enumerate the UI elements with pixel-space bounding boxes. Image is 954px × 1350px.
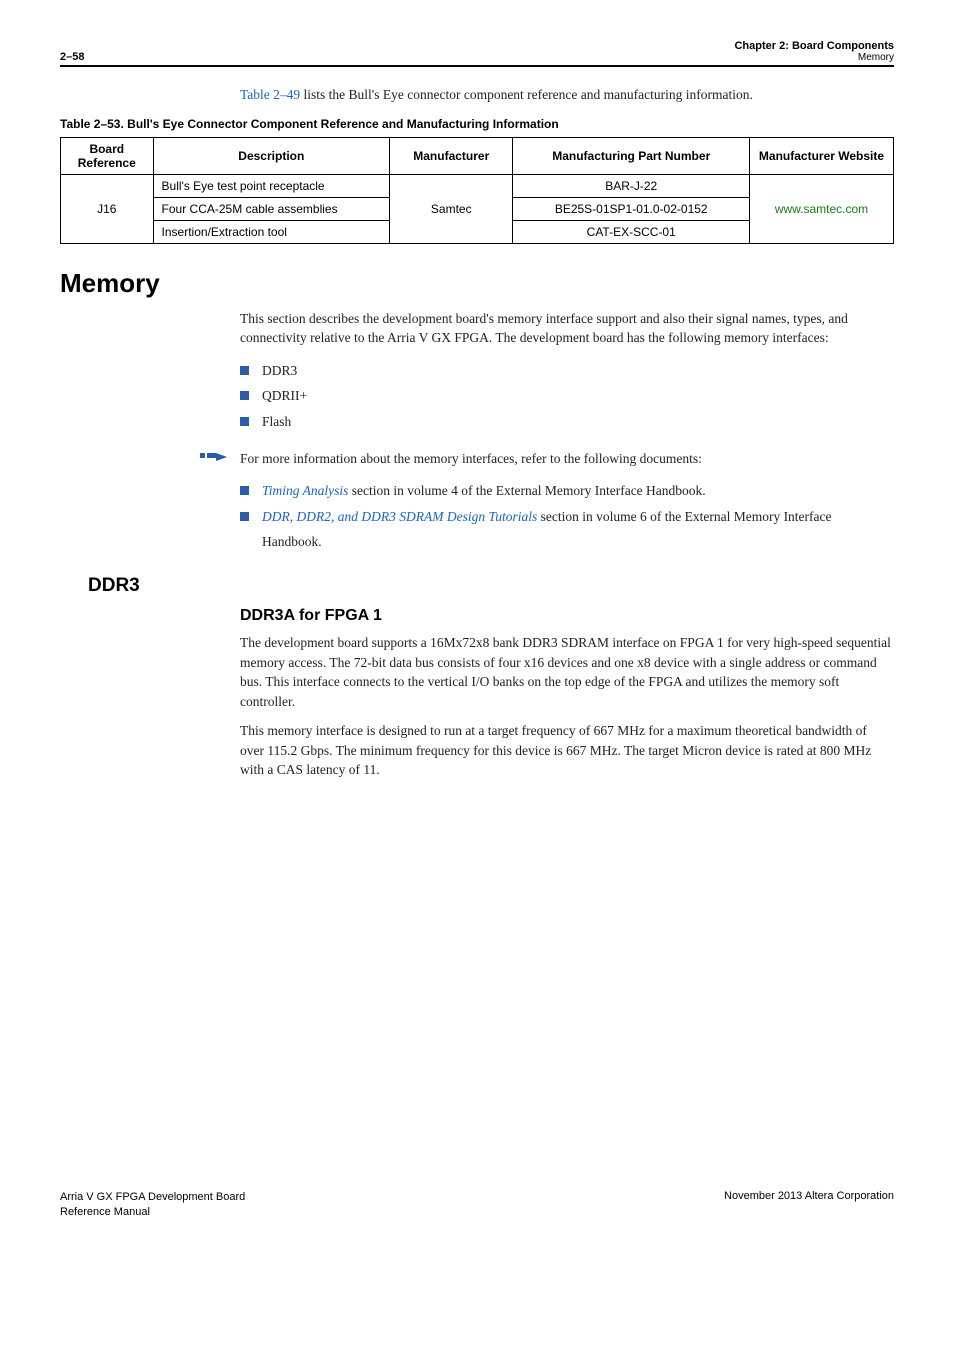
intro-paragraph: Table 2–49 lists the Bull's Eye connecto…: [240, 85, 894, 105]
ddr3-paragraph-2: This memory interface is designed to run…: [240, 721, 894, 780]
footer-doc-title: Arria V GX FPGA Development Board: [60, 1190, 245, 1205]
cell-desc: Four CCA-25M cable assemblies: [153, 197, 390, 220]
table-xref[interactable]: Table 2–49: [240, 87, 300, 102]
th-board-ref: Board Reference: [61, 137, 154, 174]
doc-reference-list: Timing Analysis section in volume 4 of t…: [240, 478, 894, 555]
th-part-number: Manufacturing Part Number: [513, 137, 750, 174]
heading-ddr3: DDR3: [88, 575, 894, 597]
heading-memory: Memory: [60, 268, 894, 299]
memory-paragraph: This section describes the development b…: [240, 309, 894, 348]
cell-part: BAR-J-22: [513, 174, 750, 197]
intro-rest: lists the Bull's Eye connector component…: [300, 87, 753, 102]
list-item: Flash: [240, 409, 894, 435]
list-item: DDR3: [240, 358, 894, 384]
th-description: Description: [153, 137, 390, 174]
table-row: J16 Bull's Eye test point receptacle Sam…: [61, 174, 894, 197]
info-note: For more information about the memory in…: [200, 449, 894, 469]
component-table: Board Reference Description Manufacturer…: [60, 137, 894, 244]
table-caption: Table 2–53. Bull's Eye Connector Compone…: [60, 117, 894, 131]
chapter-title: Chapter 2: Board Components: [734, 40, 894, 52]
list-item: QDRII+: [240, 383, 894, 409]
website-link[interactable]: www.samtec.com: [775, 202, 868, 216]
list-item: Timing Analysis section in volume 4 of t…: [240, 478, 894, 504]
list-item: DDR, DDR2, and DDR3 SDRAM Design Tutoria…: [240, 504, 894, 555]
cell-manufacturer: Samtec: [390, 174, 513, 243]
doc-link[interactable]: Timing Analysis: [262, 483, 348, 498]
footer-doc-sub: Reference Manual: [60, 1205, 245, 1220]
ddr3-paragraph-1: The development board supports a 16Mx72x…: [240, 633, 894, 711]
doc-rest: section in volume 4 of the External Memo…: [348, 483, 705, 498]
cell-desc: Bull's Eye test point receptacle: [153, 174, 390, 197]
running-footer: Arria V GX FPGA Development Board Refere…: [0, 1190, 954, 1250]
cell-desc: Insertion/Extraction tool: [153, 220, 390, 243]
th-website: Manufacturer Website: [749, 137, 893, 174]
memory-interface-list: DDR3 QDRII+ Flash: [240, 358, 894, 435]
th-manufacturer: Manufacturer: [390, 137, 513, 174]
chapter-subtitle: Memory: [734, 52, 894, 63]
heading-ddr3a: DDR3A for FPGA 1: [240, 607, 894, 625]
footer-date: November 2013 Altera Corporation: [724, 1190, 894, 1220]
info-icon: [200, 449, 228, 467]
cell-website: www.samtec.com: [749, 174, 893, 243]
cell-part: CAT-EX-SCC-01: [513, 220, 750, 243]
doc-link[interactable]: DDR, DDR2, and DDR3 SDRAM Design Tutoria…: [262, 509, 537, 524]
cell-board-ref: J16: [61, 174, 154, 243]
note-text: For more information about the memory in…: [240, 449, 702, 469]
table-header-row: Board Reference Description Manufacturer…: [61, 137, 894, 174]
running-header: 2–58 Chapter 2: Board Components Memory: [60, 40, 894, 63]
header-rule: [60, 65, 894, 67]
page-number: 2–58: [60, 51, 84, 63]
cell-part: BE25S-01SP1-01.0-02-0152: [513, 197, 750, 220]
